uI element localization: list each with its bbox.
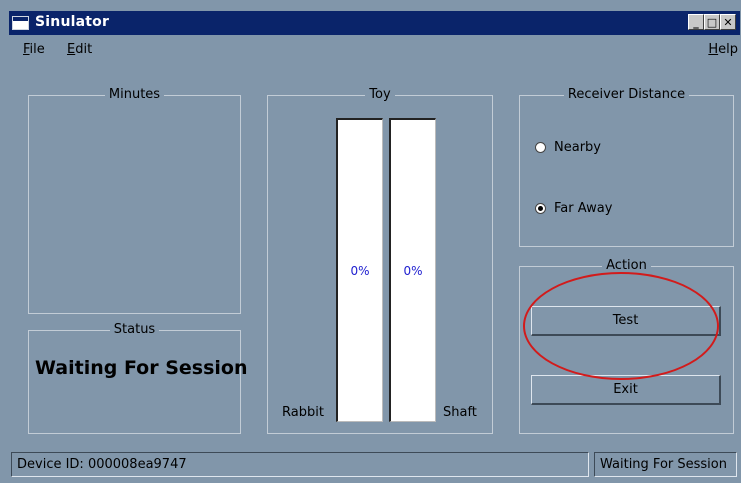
- window-controls: _ □ ✕: [688, 14, 736, 30]
- rabbit-label: Rabbit: [282, 405, 324, 420]
- radio-nearby-label: Nearby: [554, 140, 601, 155]
- window-title: Sinulator: [35, 14, 110, 30]
- receiver-distance-title: Receiver Distance: [563, 87, 690, 102]
- rabbit-level-bar: 0%: [336, 118, 383, 422]
- window-icon: [12, 16, 29, 30]
- radio-far-away-label: Far Away: [554, 201, 613, 216]
- shaft-level-bar: 0%: [389, 118, 436, 422]
- status-group: Status: [28, 322, 241, 434]
- status-message: Waiting For Session: [35, 357, 248, 379]
- title-bar[interactable]: Sinulator _ □ ✕: [9, 11, 740, 35]
- maximize-icon[interactable]: □: [704, 14, 720, 30]
- receiver-distance-group: Receiver Distance: [519, 87, 734, 247]
- menu-file[interactable]: File: [23, 42, 45, 57]
- minutes-group: Minutes: [28, 87, 241, 314]
- toy-title: Toy: [365, 87, 395, 102]
- radio-nearby-icon[interactable]: [535, 142, 546, 153]
- statusbar-device-id: Device ID: 000008ea9747: [11, 452, 589, 477]
- action-group: Action: [519, 258, 734, 434]
- menu-help[interactable]: Help: [708, 42, 738, 57]
- statusbar-state: Waiting For Session: [594, 452, 737, 477]
- shaft-label: Shaft: [443, 405, 477, 420]
- app-window: Sinulator _ □ ✕ File Edit Help Minutes S…: [0, 0, 741, 483]
- menu-edit[interactable]: Edit: [67, 42, 92, 57]
- menu-bar: File Edit Help: [9, 35, 740, 65]
- test-button[interactable]: Test: [531, 306, 721, 336]
- radio-far-away[interactable]: Far Away: [535, 201, 612, 216]
- status-title: Status: [109, 322, 160, 337]
- close-icon[interactable]: ✕: [720, 14, 736, 30]
- radio-nearby[interactable]: Nearby: [535, 140, 601, 155]
- action-title: Action: [602, 258, 651, 273]
- shaft-percent: 0%: [403, 264, 423, 278]
- minimize-icon[interactable]: _: [688, 14, 704, 30]
- rabbit-percent: 0%: [350, 264, 370, 278]
- exit-button[interactable]: Exit: [531, 375, 721, 405]
- minutes-title: Minutes: [104, 87, 165, 102]
- radio-far-away-icon[interactable]: [535, 203, 546, 214]
